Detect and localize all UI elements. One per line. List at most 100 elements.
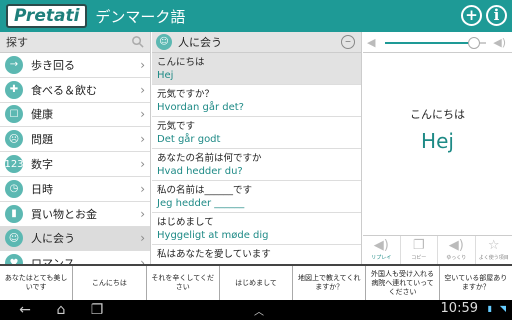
meet-people-icon: ☺ bbox=[156, 34, 172, 50]
category-item[interactable]: ◷ 日時 › bbox=[0, 177, 150, 202]
chevron-right-icon: › bbox=[140, 82, 145, 97]
phrase-danish: Hej bbox=[157, 70, 174, 81]
phrase-japanese: はじめまして bbox=[157, 217, 214, 228]
chevron-right-icon: › bbox=[140, 132, 145, 147]
action-bar: ◀) リプレイ ❐ コピー ◀) ゆっくり ☆ よく使う項目 bbox=[363, 235, 512, 264]
category-icon: → bbox=[5, 55, 23, 74]
category-item[interactable]: ▮ 買い物とお金 › bbox=[0, 202, 150, 227]
clock: 10:59 bbox=[440, 301, 478, 316]
replay-label: リプレイ bbox=[371, 255, 392, 261]
phrase-danish: Jeg hedder ______ bbox=[157, 198, 245, 209]
chevron-right-icon: › bbox=[140, 157, 145, 172]
phrase-danish: Hyggeligt at møde dig bbox=[157, 230, 269, 241]
volume-low-icon: ◀ bbox=[367, 36, 376, 49]
volume-fill bbox=[385, 42, 474, 44]
phrase-item[interactable]: はじめまして Hyggeligt at møde dig bbox=[152, 213, 361, 245]
phrase-japanese: 私はあなたを愛しています bbox=[157, 249, 271, 260]
chevron-right-icon: › bbox=[140, 57, 145, 72]
category-panel: 探す → 歩き回る › ✚ 食べる＆飲む › ☐ 健康 › ☹ 問題 › 123 数字 › ◷ 日時 › ▮ 買い物と… bbox=[0, 32, 151, 277]
chevron-right-icon: › bbox=[140, 181, 145, 196]
category-label: 問題 bbox=[31, 133, 53, 147]
phrase-danish: Hvad hedder du? bbox=[157, 166, 243, 177]
copy-label: コピー bbox=[411, 255, 427, 261]
chevron-right-icon: › bbox=[140, 206, 145, 221]
category-label: 人に会う bbox=[31, 232, 75, 246]
app-bar: Pretati デンマーク語 + i bbox=[0, 0, 512, 32]
category-icon: ◷ bbox=[5, 179, 23, 198]
phrase-japanese: 元気ですか？ bbox=[157, 89, 215, 100]
phrase-item[interactable]: 元気です Det går godt bbox=[152, 117, 361, 149]
suggestion-item[interactable]: こんにちは bbox=[73, 266, 147, 300]
category-icon: ✚ bbox=[5, 80, 23, 99]
favorite-label: よく使う項目 bbox=[478, 255, 509, 261]
slow-label: ゆっくり bbox=[446, 255, 467, 261]
favorite-button[interactable]: ☆ よく使う項目 bbox=[476, 236, 512, 264]
category-label: 数字 bbox=[31, 158, 53, 172]
suggestion-item[interactable]: 空いている部屋ありますか？ bbox=[440, 266, 512, 300]
category-item[interactable]: ☺ 人に会う › bbox=[0, 226, 150, 252]
category-icon: ☺ bbox=[5, 229, 23, 248]
info-icon[interactable]: i bbox=[486, 5, 507, 26]
phrase-panel: ☺ 人に会う – こんにちは Hej 元気ですか？ Hvordan går det? 元… bbox=[152, 32, 362, 264]
category-item[interactable]: ☐ 健康 › bbox=[0, 103, 150, 128]
phrase-japanese: 私の名前は______です bbox=[157, 185, 253, 196]
category-label: 日時 bbox=[31, 182, 53, 196]
category-label: 健康 bbox=[31, 108, 53, 122]
copy-button[interactable]: ❐ コピー bbox=[401, 236, 438, 264]
back-icon[interactable]: ← bbox=[14, 302, 36, 318]
star-icon: ☆ bbox=[487, 238, 500, 253]
category-icon: ☐ bbox=[5, 105, 23, 124]
battery-icon: ▮ bbox=[487, 304, 492, 313]
category-item[interactable]: ✚ 食べる＆飲む › bbox=[0, 78, 150, 103]
volume-high-icon: ◀) bbox=[493, 36, 506, 49]
category-icon: 123 bbox=[4, 155, 24, 174]
volume-row: ◀ ◀) bbox=[363, 32, 512, 53]
suggestion-strip: あなたはとても美しいです こんにちは それを辛くしてください はじめまして 地図… bbox=[0, 264, 512, 300]
suggestion-item[interactable]: はじめまして bbox=[220, 266, 294, 300]
category-icon: ▮ bbox=[5, 204, 23, 223]
phrase-danish: Det går godt bbox=[157, 134, 221, 145]
collapse-icon[interactable]: – bbox=[341, 35, 355, 49]
category-item[interactable]: ☹ 問題 › bbox=[0, 127, 150, 153]
phrase-item[interactable]: 元気ですか？ Hvordan går det? bbox=[152, 85, 361, 117]
add-icon[interactable]: + bbox=[461, 5, 482, 26]
app-logo: Pretati bbox=[6, 4, 88, 28]
phrase-item[interactable]: 私の名前は______です Jeg hedder ______ bbox=[152, 181, 361, 213]
search-bar[interactable]: 探す bbox=[0, 32, 150, 53]
suggestion-item[interactable]: それを辛くしてください bbox=[147, 266, 220, 300]
suggestion-item[interactable]: あなたはとても美しいです bbox=[0, 266, 74, 300]
chevron-right-icon: › bbox=[140, 107, 145, 122]
category-label: 食べる＆飲む bbox=[31, 83, 97, 97]
replay-button[interactable]: ◀) リプレイ bbox=[363, 236, 401, 264]
volume-thumb[interactable] bbox=[467, 37, 480, 49]
category-item[interactable]: → 歩き回る › bbox=[0, 53, 150, 78]
chevron-right-icon: › bbox=[140, 231, 145, 246]
category-label: 歩き回る bbox=[31, 58, 75, 72]
menu-up-icon[interactable]: ︿ bbox=[248, 303, 270, 318]
wifi-icon: ◥ bbox=[499, 304, 506, 313]
category-icon: ☹ bbox=[5, 130, 23, 149]
recent-apps-icon[interactable]: ❐ bbox=[86, 302, 108, 318]
detail-panel: ◀ ◀) こんにちは Hej ◀) リプレイ ❐ コピー ◀) ゆっくり ☆ よ… bbox=[363, 32, 512, 264]
slow-icon: ◀) bbox=[448, 238, 464, 253]
slow-button[interactable]: ◀) ゆっくり bbox=[438, 236, 476, 264]
home-icon[interactable]: ⌂ bbox=[50, 302, 72, 318]
phrase-item[interactable]: 私はあなたを愛しています bbox=[152, 245, 361, 264]
category-item[interactable]: 123 数字 › bbox=[0, 152, 150, 177]
search-icon[interactable] bbox=[131, 35, 144, 48]
detail-japanese: こんにちは bbox=[410, 108, 465, 121]
phrase-danish: Hvordan går det? bbox=[157, 102, 244, 113]
phrase-japanese: こんにちは bbox=[157, 57, 205, 68]
suggestion-item[interactable]: 地図上で教えてくれますか？ bbox=[293, 266, 367, 300]
detail-danish: Hej bbox=[421, 129, 454, 153]
search-label: 探す bbox=[6, 36, 28, 49]
speaker-icon: ◀) bbox=[373, 238, 389, 253]
suggestion-item[interactable]: 外国人も受け入れる病院へ連れていってください bbox=[366, 266, 440, 300]
phrase-section-title: 人に会う bbox=[178, 36, 222, 49]
phrase-item[interactable]: あなたの名前は何ですか Hvad hedder du? bbox=[152, 149, 361, 181]
volume-slider[interactable] bbox=[385, 37, 486, 49]
phrase-item[interactable]: こんにちは Hej bbox=[152, 53, 361, 85]
phrase-japanese: 元気です bbox=[157, 121, 196, 132]
phrase-japanese: あなたの名前は何ですか bbox=[157, 153, 262, 164]
app-title: デンマーク語 bbox=[95, 7, 186, 26]
